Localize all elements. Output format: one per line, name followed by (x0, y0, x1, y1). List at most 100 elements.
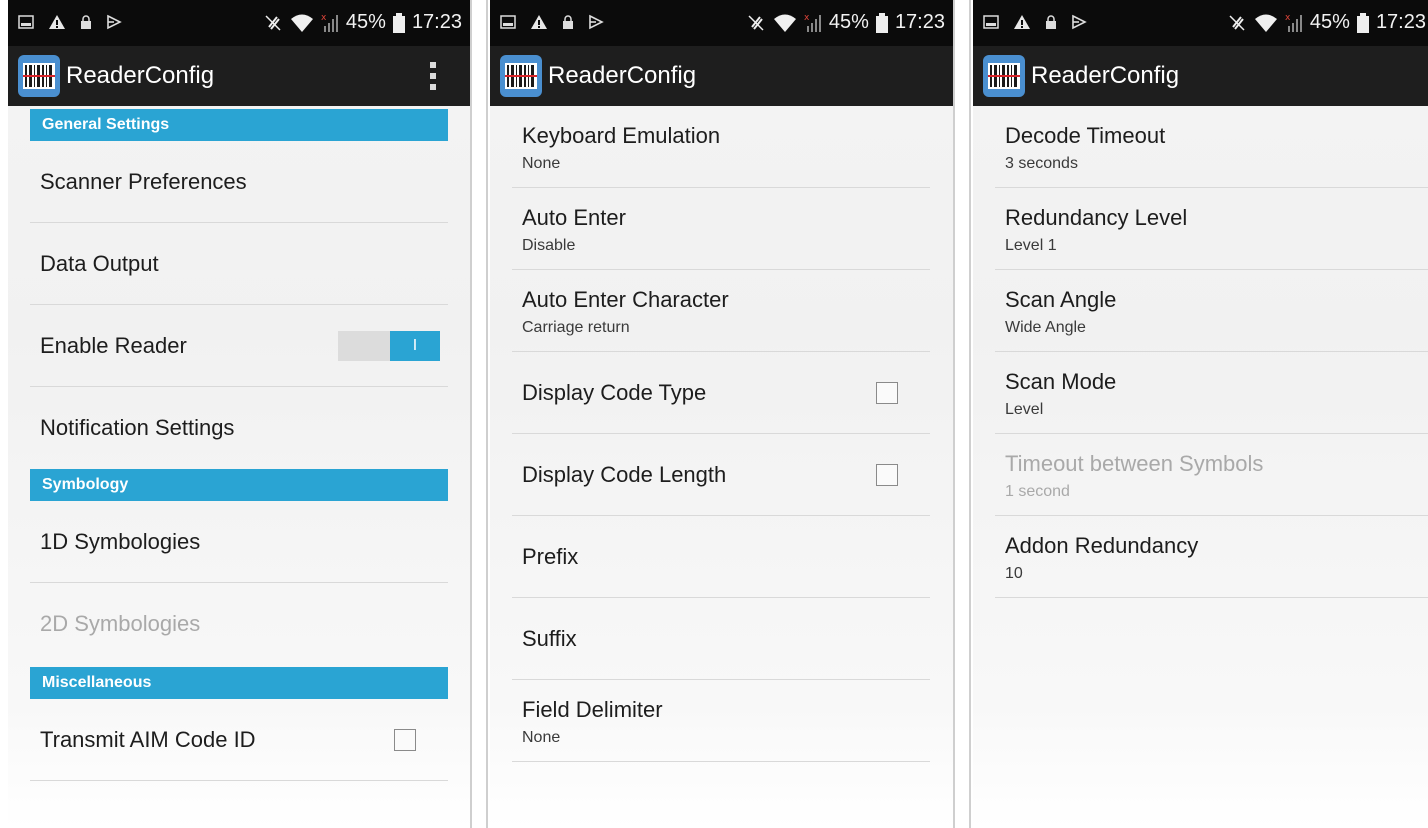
cast-icon (588, 14, 604, 30)
setting-field-delimiter[interactable]: Field Delimiter None (512, 680, 930, 762)
setting-title: Auto Enter Character (522, 287, 729, 312)
setting-summary: None (522, 729, 561, 746)
setting-title: Suffix (522, 625, 577, 651)
svg-text:x: x (804, 13, 810, 23)
setting-title: Transmit AIM Code ID (40, 726, 256, 752)
setting-title: Redundancy Level (1005, 205, 1188, 230)
overflow-menu-icon[interactable] (430, 62, 436, 90)
setting-summary: Level (1005, 401, 1044, 418)
notification-icon (983, 15, 999, 29)
status-bar: x 45% 17:23 (490, 0, 953, 46)
section-header-miscellaneous: Miscellaneous (30, 667, 448, 699)
screen-divider (486, 0, 488, 828)
wifi-icon (1254, 13, 1278, 33)
toggle-thumb: I (390, 330, 440, 361)
setting-decode-timeout[interactable]: Decode Timeout 3 seconds (995, 106, 1428, 188)
setting-enable-reader[interactable]: Enable Reader I (30, 305, 448, 387)
clock: 17:23 (411, 11, 462, 33)
section-header-general-settings: General Settings (30, 109, 448, 141)
setting-summary: Wide Angle (1005, 319, 1086, 336)
setting-title: Data Output (40, 250, 159, 276)
setting-scan-angle[interactable]: Scan Angle Wide Angle (995, 270, 1428, 352)
setting-title: Enable Reader (40, 332, 187, 358)
setting-timeout-between-symbols: Timeout between Symbols 1 second (995, 434, 1428, 516)
status-bar: x 45% 17:23 (973, 0, 1428, 46)
setting-title: Display Code Type (522, 379, 707, 405)
setting-summary: 3 seconds (1005, 155, 1078, 172)
svg-text:x: x (321, 13, 327, 23)
setting-scan-mode[interactable]: Scan Mode Level (995, 352, 1428, 434)
clock: 17:23 (894, 11, 945, 33)
setting-title: Addon Redundancy (1005, 533, 1199, 558)
setting-title: Notification Settings (40, 415, 235, 440)
setting-auto-enter-character[interactable]: Auto Enter Character Carriage return (512, 270, 930, 352)
battery-icon (875, 12, 888, 33)
setting-title: 2D Symbologies (40, 611, 201, 636)
setting-display-code-length[interactable]: Display Code Length (512, 434, 930, 516)
screen-divider (969, 0, 971, 828)
setting-transmit-aim-code-id[interactable]: Transmit AIM Code ID (30, 699, 448, 781)
setting-suffix[interactable]: Suffix (512, 598, 930, 680)
clock: 17:23 (1375, 11, 1426, 33)
notification-icon (500, 15, 516, 29)
setting-display-code-type[interactable]: Display Code Type (512, 352, 930, 434)
battery-icon (392, 12, 405, 33)
settings-list: Keyboard Emulation None Auto Enter Disab… (490, 106, 953, 828)
transmit-aim-checkbox[interactable] (394, 728, 416, 751)
setting-summary: Disable (522, 237, 576, 254)
lock-icon (1045, 15, 1057, 29)
setting-title: Scan Mode (1005, 369, 1117, 394)
setting-addon-redundancy[interactable]: Addon Redundancy 10 (995, 516, 1428, 598)
battery-percent: 45% (345, 11, 386, 33)
setting-title: Decode Timeout (1005, 123, 1166, 148)
signal-icon: x (321, 13, 339, 33)
screen-divider (470, 0, 472, 828)
setting-notification-settings[interactable]: Notification Settings (30, 387, 448, 469)
action-bar: ReaderConfig (490, 46, 953, 106)
wifi-icon (290, 13, 314, 33)
signal-icon: x (804, 13, 822, 33)
setting-1d-symbologies[interactable]: 1D Symbologies (30, 501, 448, 583)
setting-title: Field Delimiter (522, 697, 663, 722)
action-bar: ReaderConfig (8, 46, 470, 106)
status-bar: x 45% 17:23 (8, 0, 470, 46)
setting-redundancy-level[interactable]: Redundancy Level Level 1 (995, 188, 1428, 270)
signal-icon: x (1285, 13, 1303, 33)
enable-reader-toggle[interactable]: I (338, 330, 440, 361)
mute-icon (263, 13, 283, 33)
setting-title: Scanner Preferences (40, 168, 247, 194)
setting-summary: None (522, 155, 561, 172)
setting-title: Scan Angle (1005, 287, 1117, 312)
section-header-symbology: Symbology (30, 469, 448, 501)
setting-title: Auto Enter (522, 205, 626, 230)
setting-keyboard-emulation[interactable]: Keyboard Emulation None (512, 106, 930, 188)
setting-title: Keyboard Emulation (522, 123, 721, 148)
setting-title: Prefix (522, 543, 579, 569)
battery-icon (1356, 12, 1369, 33)
display-code-type-checkbox[interactable] (876, 381, 898, 404)
warning-icon (530, 14, 548, 30)
mute-icon (1227, 13, 1247, 33)
setting-title: Display Code Length (522, 461, 727, 487)
battery-percent: 45% (1309, 11, 1350, 33)
display-code-length-checkbox[interactable] (876, 463, 898, 486)
setting-summary: 1 second (1005, 483, 1070, 500)
screen-main-settings: x 45% 17:23 ReaderConfig General Setting… (8, 0, 470, 828)
setting-scanner-preferences[interactable]: Scanner Preferences (30, 141, 448, 223)
warning-icon (1013, 14, 1031, 30)
barcode-app-icon (18, 55, 60, 97)
mute-icon (746, 13, 766, 33)
screen-scanner-preferences: x 45% 17:23 ReaderConfig Decode Timeout … (973, 0, 1428, 828)
setting-auto-enter[interactable]: Auto Enter Disable (512, 188, 930, 270)
cast-icon (106, 14, 122, 30)
battery-percent: 45% (828, 11, 869, 33)
settings-list: General Settings Scanner Preferences Dat… (8, 106, 470, 828)
screen-divider (953, 0, 955, 828)
cast-icon (1071, 14, 1087, 30)
setting-data-output[interactable]: Data Output (30, 223, 448, 305)
setting-title: 1D Symbologies (40, 528, 201, 554)
setting-title: Timeout between Symbols (1005, 451, 1264, 476)
setting-summary: Level 1 (1005, 237, 1057, 254)
svg-text:x: x (1285, 13, 1291, 23)
setting-prefix[interactable]: Prefix (512, 516, 930, 598)
